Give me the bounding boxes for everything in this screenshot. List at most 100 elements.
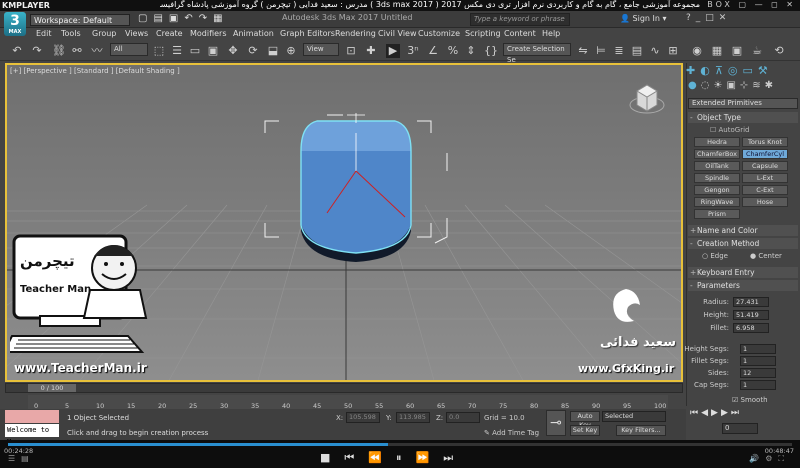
- spindle-button[interactable]: Spindle: [694, 173, 740, 183]
- close-icon[interactable]: ✕: [719, 13, 732, 23]
- select-manipulate-icon[interactable]: ✚: [364, 44, 378, 58]
- hierarchy-tab-icon[interactable]: ⊼: [715, 64, 728, 77]
- torus-knot-button[interactable]: Torus Knot: [742, 137, 788, 147]
- link-icon[interactable]: ⛓: [52, 44, 66, 58]
- viewport-label[interactable]: [+] [Perspective ] [Standard ] [Default …: [10, 67, 180, 75]
- name-and-color-rollout[interactable]: Name and Color: [688, 225, 798, 236]
- y-coord-field[interactable]: 113.985: [396, 412, 430, 423]
- place-icon[interactable]: ⊕: [284, 44, 298, 58]
- volume-icon[interactable]: 🔊: [749, 454, 765, 463]
- creation-method-rollout[interactable]: Creation Method: [688, 238, 798, 249]
- new-file-icon[interactable]: ▢: [138, 13, 153, 24]
- next-icon[interactable]: ⏭: [443, 451, 467, 464]
- prism-button[interactable]: Prism: [694, 209, 740, 219]
- maximize-icon[interactable]: □: [705, 13, 719, 23]
- sign-in-button[interactable]: 👤 Sign In ▾: [620, 14, 667, 23]
- motion-tab-icon[interactable]: ◎: [728, 64, 743, 77]
- display-tab-icon[interactable]: ▭: [743, 64, 758, 77]
- maxscript-listener-input[interactable]: [5, 410, 59, 423]
- edit-named-selection-icon[interactable]: {}: [484, 44, 498, 58]
- bind-spacewarp-icon[interactable]: 〰: [90, 44, 104, 58]
- playback-controls[interactable]: ⏮◀▶▶⏭: [690, 408, 742, 418]
- menu-edit[interactable]: Edit: [36, 29, 52, 38]
- parameters-rollout[interactable]: Parameters: [688, 280, 798, 291]
- stop-icon[interactable]: ■: [320, 451, 344, 464]
- mirror-icon[interactable]: ⇋: [576, 44, 590, 58]
- menu-group[interactable]: Group: [92, 29, 116, 38]
- chamfer-cylinder-object[interactable]: [287, 113, 427, 263]
- max-app-button[interactable]: 3 MAX: [4, 12, 26, 36]
- minimize-icon[interactable]: _: [696, 13, 706, 23]
- project-icon[interactable]: ▦: [213, 13, 228, 24]
- height-field[interactable]: 51.419: [733, 310, 769, 320]
- snaps-toggle-icon[interactable]: 3ⁿ: [406, 44, 420, 58]
- modify-tab-icon[interactable]: ◐: [700, 64, 715, 77]
- key-filters-button[interactable]: Key Filters...: [616, 425, 666, 436]
- quick-access-toolbar[interactable]: ▢▤▣↶↷▦: [138, 13, 229, 24]
- viewcube[interactable]: [627, 79, 667, 119]
- player-left-icons[interactable]: ☰▤: [8, 454, 35, 463]
- ringwave-button[interactable]: RingWave: [694, 197, 740, 207]
- time-slider-track[interactable]: [5, 383, 683, 393]
- schematic-view-icon[interactable]: ⊞: [666, 44, 680, 58]
- selection-filter-dropdown[interactable]: All: [110, 43, 148, 56]
- pivot-center-icon[interactable]: ⊡: [344, 44, 358, 58]
- create-category-icons[interactable]: ●◌☀▣⊹≋✱: [688, 80, 777, 91]
- forward-icon[interactable]: ⏩: [416, 451, 444, 464]
- layer-explorer-icon[interactable]: ≣: [612, 44, 626, 58]
- fillet-segs-field[interactable]: 1: [740, 356, 776, 366]
- redo-icon[interactable]: ↷: [199, 13, 213, 24]
- keyboard-shortcut-override-icon[interactable]: ▶: [386, 44, 400, 58]
- autogrid-checkbox[interactable]: ☐ AutoGrid: [710, 126, 749, 134]
- scale-icon[interactable]: ⬓: [266, 44, 280, 58]
- menu-content[interactable]: Content: [504, 29, 536, 38]
- menu-customize[interactable]: Customize: [418, 29, 460, 38]
- pause-icon[interactable]: ⏸: [396, 451, 416, 464]
- chamferbox-button[interactable]: ChamferBox: [694, 149, 740, 159]
- align-icon[interactable]: ⊨: [594, 44, 608, 58]
- hedra-button[interactable]: Hedra: [694, 137, 740, 147]
- menu-views[interactable]: Views: [125, 29, 148, 38]
- spinner-snap-icon[interactable]: ⇕: [464, 44, 478, 58]
- menu-help[interactable]: Help: [542, 29, 560, 38]
- menu-graph-editors[interactable]: Graph Editors: [280, 29, 335, 38]
- maxscript-listener-output[interactable]: Welcome to M.: [5, 424, 59, 446]
- player-window-controls[interactable]: BOX ▢ — ◻ ✕: [707, 0, 796, 9]
- menu-civil-view[interactable]: Civil View: [378, 29, 417, 38]
- gengon-button[interactable]: Gengon: [694, 185, 740, 195]
- add-time-tag[interactable]: ✎ Add Time Tag: [484, 429, 539, 437]
- l-ext-button[interactable]: L-Ext: [742, 173, 788, 183]
- redo-icon[interactable]: ↷: [30, 44, 44, 58]
- cameras-icon[interactable]: ▣: [726, 80, 739, 91]
- geometry-icon[interactable]: ●: [688, 80, 701, 91]
- save-icon[interactable]: ▣: [169, 13, 184, 24]
- time-slider-thumb[interactable]: 0 / 100: [28, 384, 76, 392]
- menu-modifiers[interactable]: Modifiers: [190, 29, 227, 38]
- fillet-field[interactable]: 6.958: [733, 323, 769, 333]
- settings-icon[interactable]: ⚙: [765, 454, 778, 463]
- select-object-icon[interactable]: ⬚: [152, 44, 166, 58]
- creation-edge-radio[interactable]: ○ Edge: [702, 252, 728, 260]
- radius-field[interactable]: 27.431: [733, 297, 769, 307]
- menu-rendering[interactable]: Rendering: [335, 29, 376, 38]
- menu-create[interactable]: Create: [156, 29, 183, 38]
- systems-icon[interactable]: ✱: [765, 80, 777, 91]
- fullscreen-icon[interactable]: ⛶: [778, 454, 790, 463]
- create-tab-icon[interactable]: ✚: [686, 64, 700, 77]
- object-type-rollout[interactable]: Object Type: [688, 112, 798, 123]
- menu-tools[interactable]: Tools: [61, 29, 81, 38]
- oiltank-button[interactable]: OilTank: [694, 161, 740, 171]
- previous-frame-icon[interactable]: ◀: [701, 408, 711, 418]
- move-icon[interactable]: ✥: [226, 44, 240, 58]
- region-select-icon[interactable]: ▭: [188, 44, 202, 58]
- menu-icon[interactable]: ☰: [8, 454, 21, 463]
- open-file-icon[interactable]: ▤: [153, 13, 168, 24]
- lights-icon[interactable]: ☀: [713, 80, 726, 91]
- current-frame-field[interactable]: 0: [722, 423, 758, 434]
- c-ext-button[interactable]: C-Ext: [742, 185, 788, 195]
- capsule-button[interactable]: Capsule: [742, 161, 788, 171]
- spacewarps-icon[interactable]: ≋: [752, 80, 764, 91]
- help-icon[interactable]: ?: [686, 13, 696, 23]
- prev-icon[interactable]: ⏮: [344, 451, 368, 464]
- auto-key-button[interactable]: Auto Key: [570, 411, 600, 429]
